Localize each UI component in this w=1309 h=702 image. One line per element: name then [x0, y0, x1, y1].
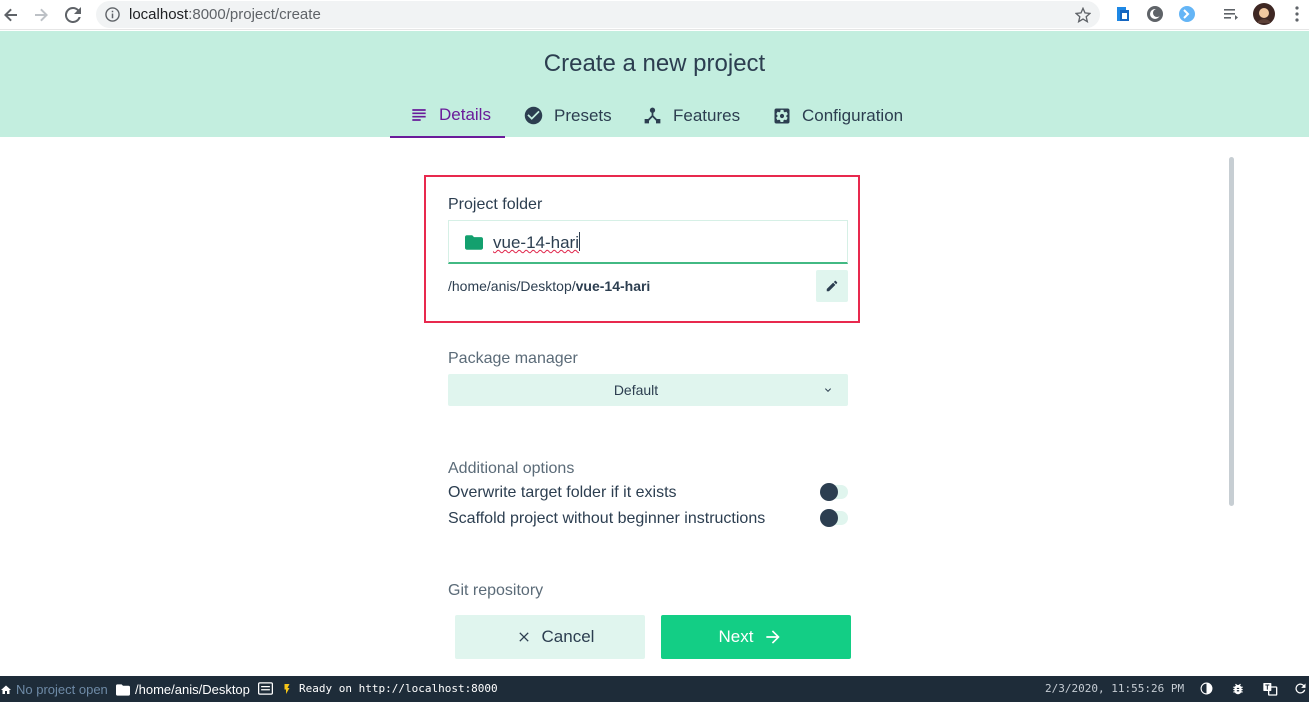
browser-toolbar: localhost:8000/project/create	[0, 0, 1309, 30]
reload-icon	[65, 7, 81, 23]
tab-configuration[interactable]: Configuration	[772, 93, 903, 138]
reading-list-icon[interactable]	[1222, 5, 1242, 25]
tab-label: Features	[673, 105, 741, 125]
text-caret	[579, 232, 580, 251]
clock: 2/3/2020, 11:55:26 PM	[1045, 682, 1184, 695]
package-manager-select[interactable]: Default	[448, 374, 848, 406]
contrast-icon	[1200, 682, 1213, 695]
subject-icon	[412, 108, 426, 121]
extension-icon[interactable]	[1114, 5, 1134, 25]
url-text: localhost:8000/project/create	[129, 6, 321, 23]
device-hub-icon	[644, 107, 661, 124]
tab-label: Presets	[554, 105, 612, 125]
vue-devtools-icon[interactable]	[1178, 5, 1198, 25]
overwrite-toggle[interactable]	[818, 483, 848, 501]
cwd-text: /home/anis/Desktop	[135, 682, 250, 697]
path-prefix: /home/anis/Desktop/	[448, 278, 576, 294]
package-manager-value: Default	[613, 382, 659, 398]
tab-label: Details	[439, 104, 491, 124]
next-button[interactable]: Next	[661, 615, 851, 659]
reload-button[interactable]	[62, 4, 84, 26]
project-status-text: No project open	[16, 682, 108, 697]
cancel-button[interactable]: Cancel	[455, 615, 645, 659]
pencil-icon	[826, 280, 838, 292]
bug-icon	[1233, 683, 1243, 695]
back-button[interactable]	[0, 4, 22, 26]
toggle-knob	[820, 483, 838, 501]
profile-avatar[interactable]	[1253, 3, 1275, 25]
project-path: /home/anis/Desktop/vue-14-hari	[448, 278, 650, 294]
check-circle-icon	[524, 106, 543, 125]
url-path: :8000/project/create	[188, 6, 321, 23]
chevron-down-icon	[825, 388, 831, 392]
folder-icon	[465, 235, 483, 250]
additional-options-label: Additional options	[448, 460, 575, 477]
home-icon	[1, 685, 11, 694]
dark-mode-extension-icon[interactable]	[1146, 5, 1166, 25]
page-title: Create a new project	[543, 50, 766, 77]
project-folder-value: vue-14-hari	[493, 233, 579, 252]
tab-label: Configuration	[802, 105, 904, 125]
info-icon	[105, 7, 120, 22]
log-status[interactable]: Ready on http://localhost:8000	[258, 682, 498, 695]
close-icon	[518, 632, 529, 642]
next-label: Next	[718, 627, 754, 646]
cancel-label: Cancel	[541, 627, 595, 646]
log-text: Ready on http://localhost:8000	[299, 682, 498, 695]
translate-button[interactable]	[1262, 681, 1278, 697]
arrow-back-icon	[4, 8, 17, 22]
address-bar[interactable]: localhost:8000/project/create	[96, 1, 1100, 28]
path-name: vue-14-hari	[575, 278, 651, 294]
tab-features[interactable]: Features	[642, 93, 740, 138]
scaffold-toggle[interactable]	[818, 509, 848, 527]
status-bar: No project open /home/anis/Desktop Ready…	[0, 676, 1309, 702]
cwd-status[interactable]: /home/anis/Desktop	[116, 682, 250, 697]
star-icon[interactable]	[1075, 7, 1091, 23]
arrow-forward-icon	[35, 8, 48, 22]
tab-details[interactable]: Details	[390, 93, 505, 138]
refresh-button[interactable]	[1293, 681, 1308, 696]
project-folder-input[interactable]: vue-14-hari	[448, 220, 848, 264]
tab-presets[interactable]: Presets	[523, 93, 612, 138]
dark-mode-button[interactable]	[1200, 682, 1213, 695]
toggle-knob	[820, 509, 838, 527]
git-repository-label: Git repository	[448, 582, 544, 599]
project-status[interactable]: No project open	[0, 682, 108, 697]
scaffold-option-label: Scaffold project without beginner instru…	[448, 510, 766, 527]
page-header: Create a new project Details Presets Fea…	[0, 31, 1309, 138]
console-icon	[258, 682, 273, 695]
menu-icon[interactable]	[1288, 5, 1308, 25]
settings-applications-icon	[774, 108, 790, 123]
scrollbar[interactable]	[1229, 157, 1234, 506]
overwrite-option-label: Overwrite target folder if it exists	[448, 484, 677, 501]
lightning-icon	[284, 683, 290, 694]
refresh-icon	[1295, 683, 1306, 694]
bug-report-button[interactable]	[1231, 682, 1245, 696]
arrow-forward-icon	[766, 630, 781, 644]
time-text: 2/3/2020, 11:55:26 PM	[1045, 682, 1185, 695]
folder-icon	[116, 683, 130, 696]
forward-button[interactable]	[30, 4, 52, 26]
project-folder-label: Project folder	[448, 196, 543, 213]
translate-icon	[1263, 683, 1278, 696]
url-host: localhost	[129, 6, 189, 23]
edit-path-button[interactable]	[816, 270, 848, 302]
package-manager-label: Package manager	[448, 350, 578, 367]
